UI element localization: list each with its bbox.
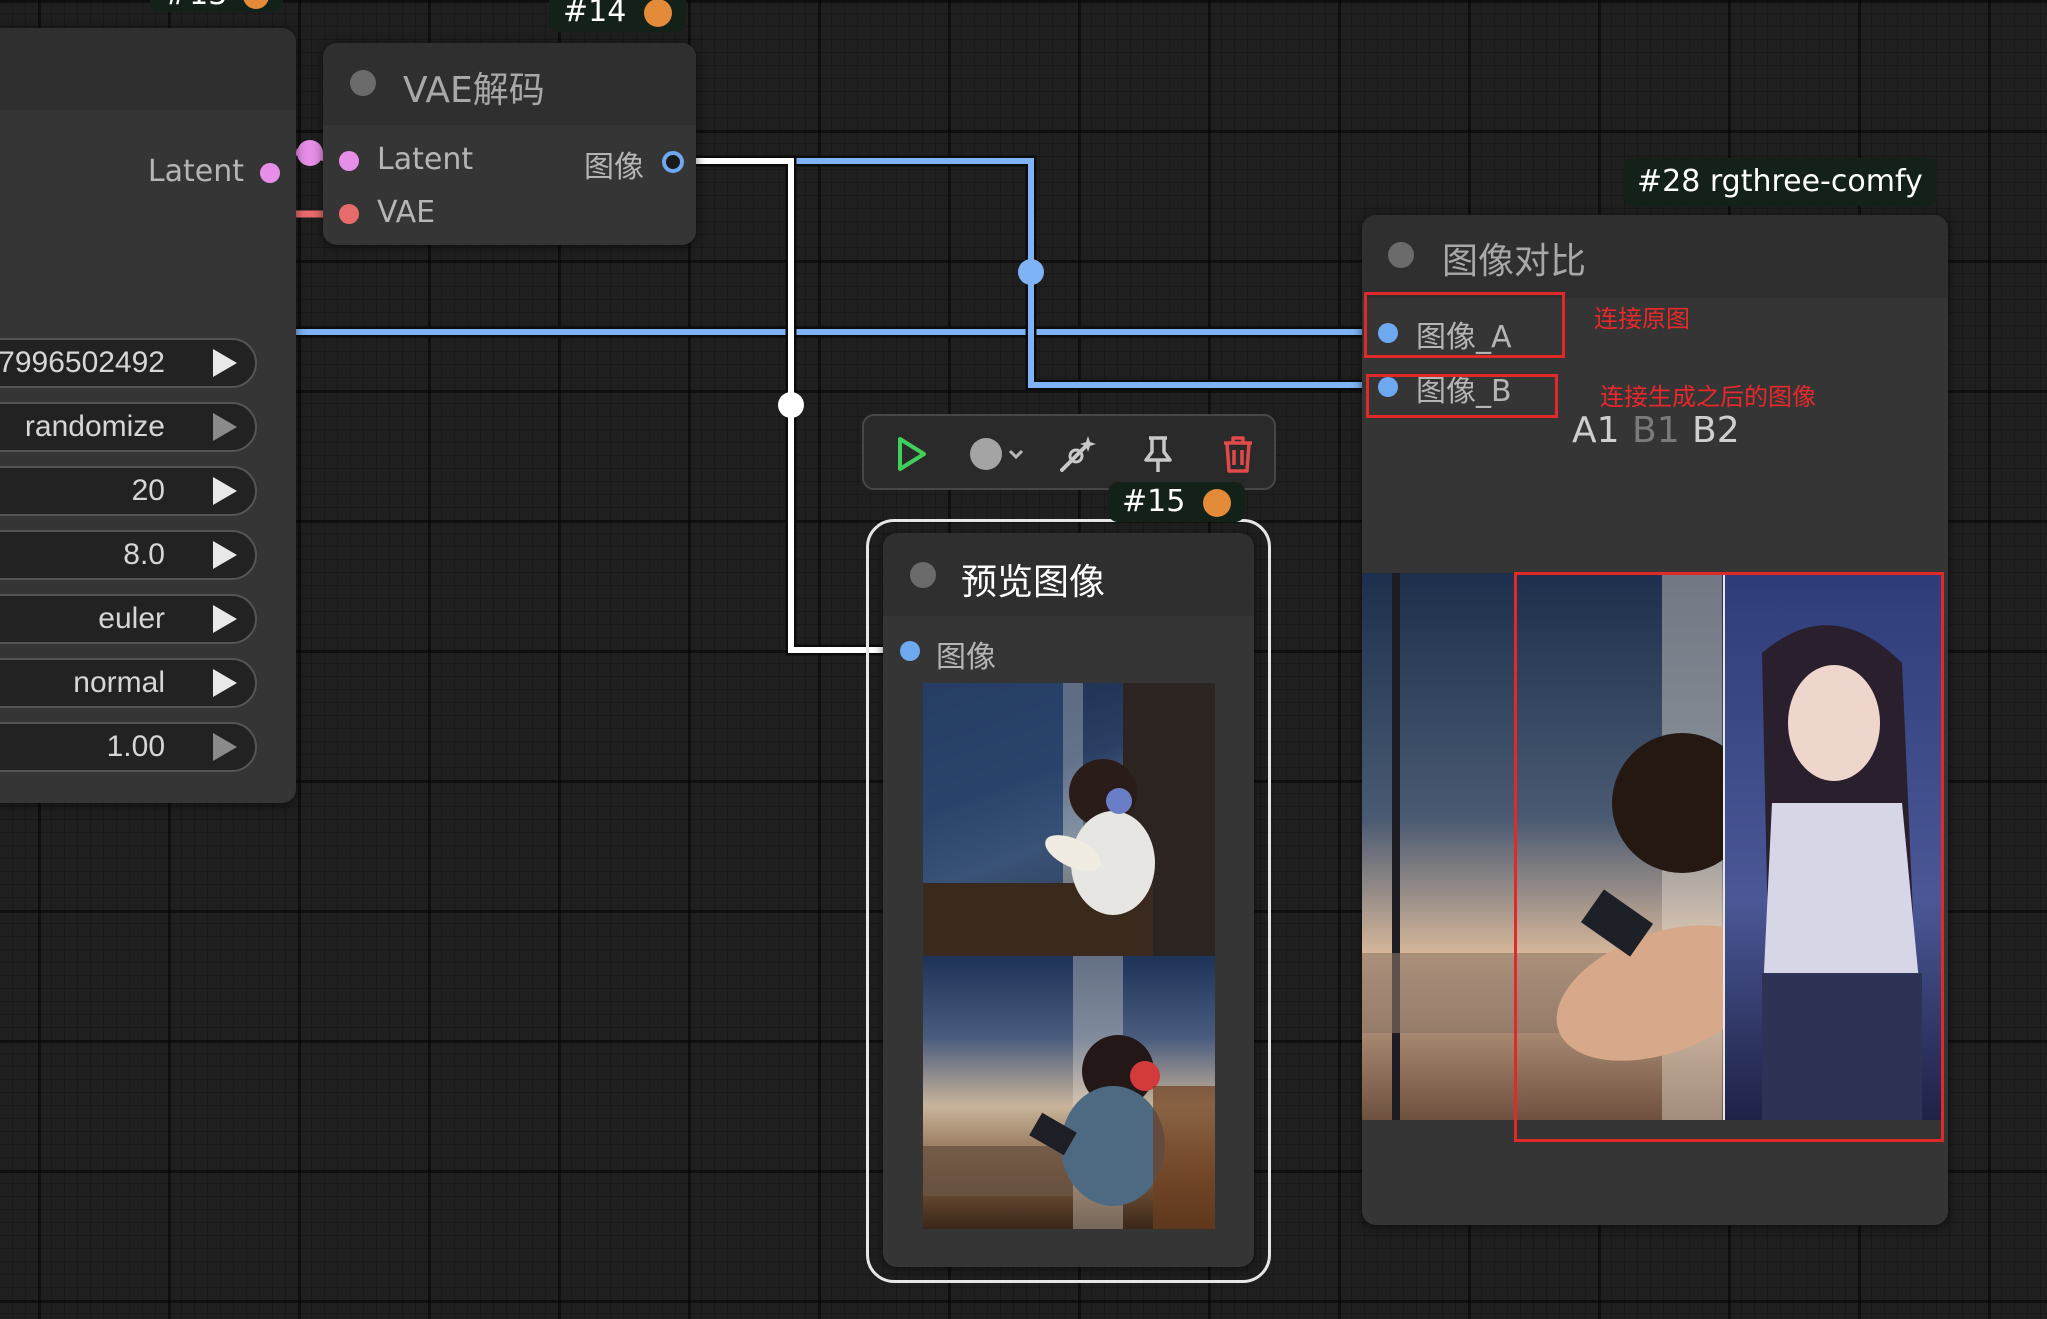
scheduler-value: normal xyxy=(73,666,165,699)
preview-image-1[interactable] xyxy=(923,683,1215,956)
node-toolbar xyxy=(862,414,1276,490)
compare-button-a1[interactable]: A1 xyxy=(1572,410,1620,451)
compare-status-dot[interactable] xyxy=(1388,242,1414,268)
ksampler-output-latent-slot[interactable] xyxy=(260,163,280,183)
fox-icon xyxy=(1202,488,1231,517)
preview-id-badge: #15 xyxy=(1108,482,1245,522)
right-arrow-icon[interactable] xyxy=(213,733,237,761)
play-button[interactable] xyxy=(884,428,936,480)
annotation-box-image-a xyxy=(1364,292,1565,358)
wire-latent-knob xyxy=(297,140,323,166)
vae-decode-status-dot[interactable] xyxy=(350,70,376,96)
trash-icon xyxy=(1224,436,1252,473)
bypass-wand-icon xyxy=(1060,436,1096,472)
steps-widget[interactable]: 20 xyxy=(0,466,257,516)
ksampler-id-badge: #13 xyxy=(150,0,283,12)
compare-id-badge: #28 rgthree-comfy xyxy=(1623,158,1937,206)
color-button[interactable] xyxy=(964,428,1030,480)
wire-image-to-preview xyxy=(672,155,884,656)
preview-input-image-slot[interactable] xyxy=(900,641,920,661)
control-after-generate-value: randomize xyxy=(24,410,165,443)
vae-decode-output-image-slot[interactable] xyxy=(662,151,684,173)
vae-decode-node[interactable]: VAE解码 Latent VAE 图像 xyxy=(323,43,696,245)
preview-status-dot[interactable] xyxy=(910,562,936,588)
annotation-box-image-b xyxy=(1366,374,1558,418)
preview-title: 预览图像 xyxy=(961,562,1106,603)
bypass-button[interactable] xyxy=(1050,428,1102,480)
vae-decode-id-badge: #14 xyxy=(549,0,686,32)
sampler-widget[interactable]: euler xyxy=(0,594,257,644)
seed-value: 7996502492 xyxy=(0,346,165,379)
annotation-box-generated xyxy=(1514,572,1944,1142)
right-arrow-icon[interactable] xyxy=(213,541,237,569)
vae-decode-input-vae-slot[interactable] xyxy=(339,204,359,224)
preview-image-2[interactable] xyxy=(923,956,1215,1229)
steps-value: 20 xyxy=(131,474,165,507)
right-arrow-icon[interactable] xyxy=(213,605,237,633)
preview-input-image-label: 图像 xyxy=(936,640,996,675)
vae-decode-output-image-label: 图像 xyxy=(584,150,644,185)
color-circle-icon xyxy=(970,438,1002,470)
compare-button-b2[interactable]: B2 xyxy=(1692,410,1740,451)
wire-reroute-dot-white[interactable] xyxy=(778,392,804,418)
vae-decode-title: VAE解码 xyxy=(403,70,545,111)
fox-icon xyxy=(643,0,672,27)
fox-icon xyxy=(242,0,269,9)
cfg-value: 8.0 xyxy=(123,538,165,571)
vae-decode-input-latent-label: Latent xyxy=(377,142,474,177)
scheduler-widget[interactable]: normal xyxy=(0,658,257,708)
right-arrow-icon[interactable] xyxy=(213,349,237,377)
right-arrow-icon[interactable] xyxy=(213,669,237,697)
chevron-down-icon xyxy=(1008,449,1024,460)
vae-decode-input-latent-slot[interactable] xyxy=(339,151,359,171)
delete-button[interactable] xyxy=(1212,428,1264,480)
denoise-widget[interactable]: 1.00 xyxy=(0,722,257,772)
cfg-widget[interactable]: 8.0 xyxy=(0,530,257,580)
sampler-value: euler xyxy=(98,602,165,635)
compare-title: 图像对比 xyxy=(1442,241,1587,282)
compare-button-b1[interactable]: B1 xyxy=(1632,410,1680,451)
wire-reroute-dot[interactable] xyxy=(1018,259,1044,285)
ksampler-output-latent-label: Latent xyxy=(147,154,244,189)
right-arrow-icon[interactable] xyxy=(213,477,237,505)
control-after-generate-widget[interactable]: randomize xyxy=(0,402,257,452)
annotation-connect-original: 连接原图 xyxy=(1594,305,1690,333)
vae-decode-input-vae-label: VAE xyxy=(377,195,436,230)
seed-widget[interactable]: 7996502492 xyxy=(0,338,257,388)
play-icon xyxy=(898,437,926,471)
pin-icon xyxy=(1144,436,1172,472)
pin-button[interactable] xyxy=(1132,428,1184,480)
right-arrow-icon[interactable] xyxy=(213,413,237,441)
denoise-value: 1.00 xyxy=(106,730,165,763)
ksampler-header[interactable] xyxy=(0,28,296,110)
annotation-connect-generated: 连接生成之后的图像 xyxy=(1600,383,1816,411)
preview-image-node[interactable]: 预览图像 图像 xyxy=(883,533,1254,1267)
